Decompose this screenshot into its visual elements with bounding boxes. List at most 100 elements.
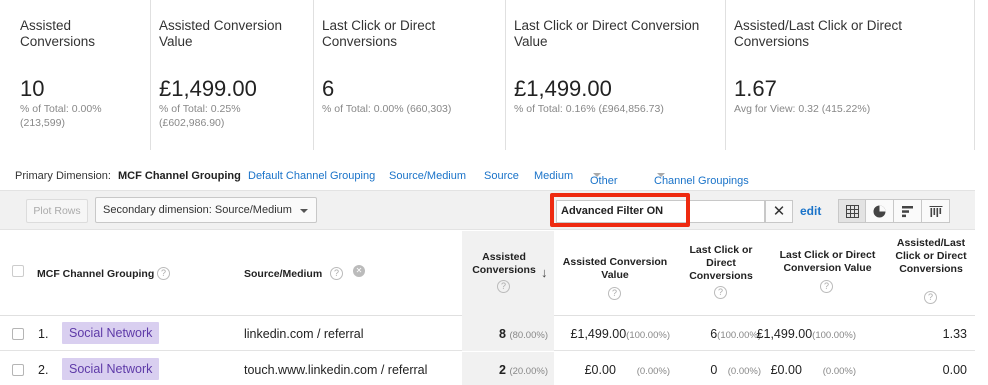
table-header: MCF Channel Grouping ? Source/Medium ? ✕… <box>0 231 975 316</box>
primary-dimension-bar: Primary Dimension: MCF Channel Grouping … <box>0 165 975 189</box>
row-checkbox[interactable] <box>12 364 24 376</box>
chevron-down-icon <box>300 209 308 213</box>
header-last-click-conversions[interactable]: Last Click or Direct Conversions <box>680 244 762 283</box>
view-switcher <box>838 199 950 223</box>
highlight-box <box>550 193 690 227</box>
metric-assisted-last-click-ratio: Assisted/Last Click or Direct Conversion… <box>725 0 975 150</box>
metric-title: Assisted/Last Click or Direct Conversion… <box>734 18 903 49</box>
secondary-dimension-select[interactable]: Secondary dimension: Source/Medium <box>95 197 317 223</box>
dimension-link-medium[interactable]: Medium <box>534 170 573 182</box>
assisted-conversion-value-pct: (0.00%) <box>636 366 670 377</box>
help-icon[interactable]: ? <box>608 287 621 300</box>
dimension-link-other[interactable]: Other <box>590 175 618 187</box>
secondary-dimension-label: Secondary dimension: Source/Medium <box>103 204 292 216</box>
select-all-checkbox[interactable] <box>12 265 24 277</box>
table-view-icon <box>845 204 859 218</box>
help-icon[interactable]: ? <box>157 267 170 280</box>
summary-scorecard: Assisted Conversions 10 % of Total: 0.00… <box>0 0 975 150</box>
metric-value: £1,499.00 <box>159 76 257 101</box>
assisted-conversion-value: £1,499.00 <box>570 327 627 341</box>
dimension-dropdown-channel-groupings[interactable]: Channel Groupings <box>654 170 749 187</box>
header-channel[interactable]: MCF Channel Grouping <box>37 268 154 281</box>
performance-view-button[interactable] <box>894 199 922 223</box>
comparison-view-button[interactable] <box>922 199 950 223</box>
last-click-conversion-value: £1,499.00 <box>756 327 813 341</box>
assisted-conversion-value-pct: (100.00%) <box>626 330 670 341</box>
table-row: 1. Social Network linkedin.com / referra… <box>0 316 975 351</box>
edit-filter-link[interactable]: edit <box>800 204 821 218</box>
assisted-conversion-value: £0.00 <box>584 363 616 377</box>
sort-desc-icon[interactable]: ↓ <box>541 265 548 280</box>
row-checkbox[interactable] <box>12 328 24 340</box>
metric-subtitle: % of Total: 0.00% (213,599) <box>20 103 102 129</box>
help-icon[interactable]: ? <box>924 291 937 304</box>
metric-assisted-conversions: Assisted Conversions 10 % of Total: 0.00… <box>20 0 150 150</box>
metric-title: Last Click or Direct Conversion Value <box>514 18 700 49</box>
pie-view-icon <box>873 205 886 217</box>
header-label: Assisted/Last Click or Direct Conversion… <box>895 237 967 275</box>
comparison-view-icon <box>929 205 942 217</box>
metric-value: 1.67 <box>734 76 777 101</box>
source-medium-value[interactable]: touch.www.linkedin.com / referral <box>244 363 427 377</box>
last-click-conversions-value: 0 <box>710 363 718 377</box>
performance-view-icon <box>902 205 913 217</box>
ratio-value: 1.33 <box>942 327 967 341</box>
row-index: 2. <box>38 363 49 377</box>
row-index: 1. <box>38 327 49 341</box>
metric-assisted-conversion-value: Assisted Conversion Value £1,499.00 % of… <box>150 0 313 150</box>
header-label: Assisted Conversions <box>472 251 536 276</box>
metric-subtitle: Avg for View: 0.32 (415.22%) <box>734 103 871 115</box>
dimension-link-source-medium[interactable]: Source/Medium <box>389 170 466 182</box>
last-click-conversion-value-pct: (100.00%) <box>812 330 856 341</box>
dimension-link-source[interactable]: Source <box>484 170 519 182</box>
dimension-dropdown-other[interactable]: Other <box>590 170 618 187</box>
channel-chip[interactable]: Social Network <box>62 322 160 344</box>
dimension-link-default-channel-grouping[interactable]: Default Channel Grouping <box>248 170 375 182</box>
metric-subtitle: % of Total: 0.16% (£964,856.73) <box>514 103 664 115</box>
plot-rows-button[interactable]: Plot Rows <box>26 199 88 223</box>
pie-view-button[interactable] <box>866 199 894 223</box>
table-row: 2. Social Network touch.www.linkedin.com… <box>0 352 975 385</box>
source-medium-value[interactable]: linkedin.com / referral <box>244 327 364 341</box>
channel-chip[interactable]: Social Network <box>62 358 160 380</box>
metric-value: 6 <box>322 76 335 101</box>
assisted-conversions-value: 2 <box>499 363 506 377</box>
help-icon[interactable]: ? <box>714 286 727 299</box>
dimension-link-channel-groupings[interactable]: Channel Groupings <box>654 175 749 187</box>
help-icon[interactable]: ? <box>330 267 343 280</box>
metric-title: Assisted Conversions <box>20 18 96 49</box>
help-icon[interactable]: ? <box>820 280 833 293</box>
last-click-conversion-value: £0.00 <box>770 363 802 377</box>
assisted-conversions-pct: (80.00%) <box>509 330 548 341</box>
header-assisted-last-click-ratio[interactable]: Assisted/Last Click or Direct Conversion… <box>890 237 972 276</box>
primary-dimension-label: Primary Dimension: <box>15 170 111 182</box>
header-last-click-conversion-value[interactable]: Last Click or Direct Conversion Value <box>770 249 885 275</box>
header-label: Last Click or Direct Conversion Value <box>779 249 876 274</box>
metric-title: Last Click or Direct Conversions <box>322 18 436 49</box>
header-label: MCF Channel Grouping <box>37 268 155 280</box>
header-source-medium[interactable]: Source/Medium <box>244 268 322 281</box>
metric-value: 10 <box>20 76 45 101</box>
remove-dimension-icon[interactable]: ✕ <box>353 265 365 277</box>
table-toolbar: Plot Rows Secondary dimension: Source/Me… <box>0 190 975 230</box>
primary-dimension-active: MCF Channel Grouping <box>118 170 241 182</box>
metric-title: Assisted Conversion Value <box>159 18 283 49</box>
table-view-button[interactable] <box>838 199 866 223</box>
help-icon[interactable]: ? <box>497 280 510 293</box>
metric-value: £1,499.00 <box>514 76 612 101</box>
last-click-conversions-pct: (100.00%) <box>717 330 761 341</box>
last-click-conversion-value-pct: (0.00%) <box>822 366 856 377</box>
metric-last-click-conversions: Last Click or Direct Conversions 6 % of … <box>313 0 505 150</box>
metric-subtitle: % of Total: 0.00% (660,303) <box>322 103 452 115</box>
header-label: Assisted Conversion Value <box>562 256 668 281</box>
header-label: Source/Medium <box>244 268 323 280</box>
close-icon[interactable]: ✕ <box>765 200 793 223</box>
metric-subtitle: % of Total: 0.25% (£602,986.90) <box>159 103 241 129</box>
metric-last-click-conversion-value: Last Click or Direct Conversion Value £1… <box>505 0 725 150</box>
header-label: Last Click or Direct Conversions <box>689 244 753 282</box>
ratio-value: 0.00 <box>942 363 967 377</box>
header-assisted-conversions[interactable]: Assisted Conversions <box>462 251 546 277</box>
assisted-conversions-pct: (20.00%) <box>509 366 548 377</box>
header-assisted-conversion-value[interactable]: Assisted Conversion Value <box>556 256 674 282</box>
last-click-conversions-pct: (0.00%) <box>727 366 761 377</box>
